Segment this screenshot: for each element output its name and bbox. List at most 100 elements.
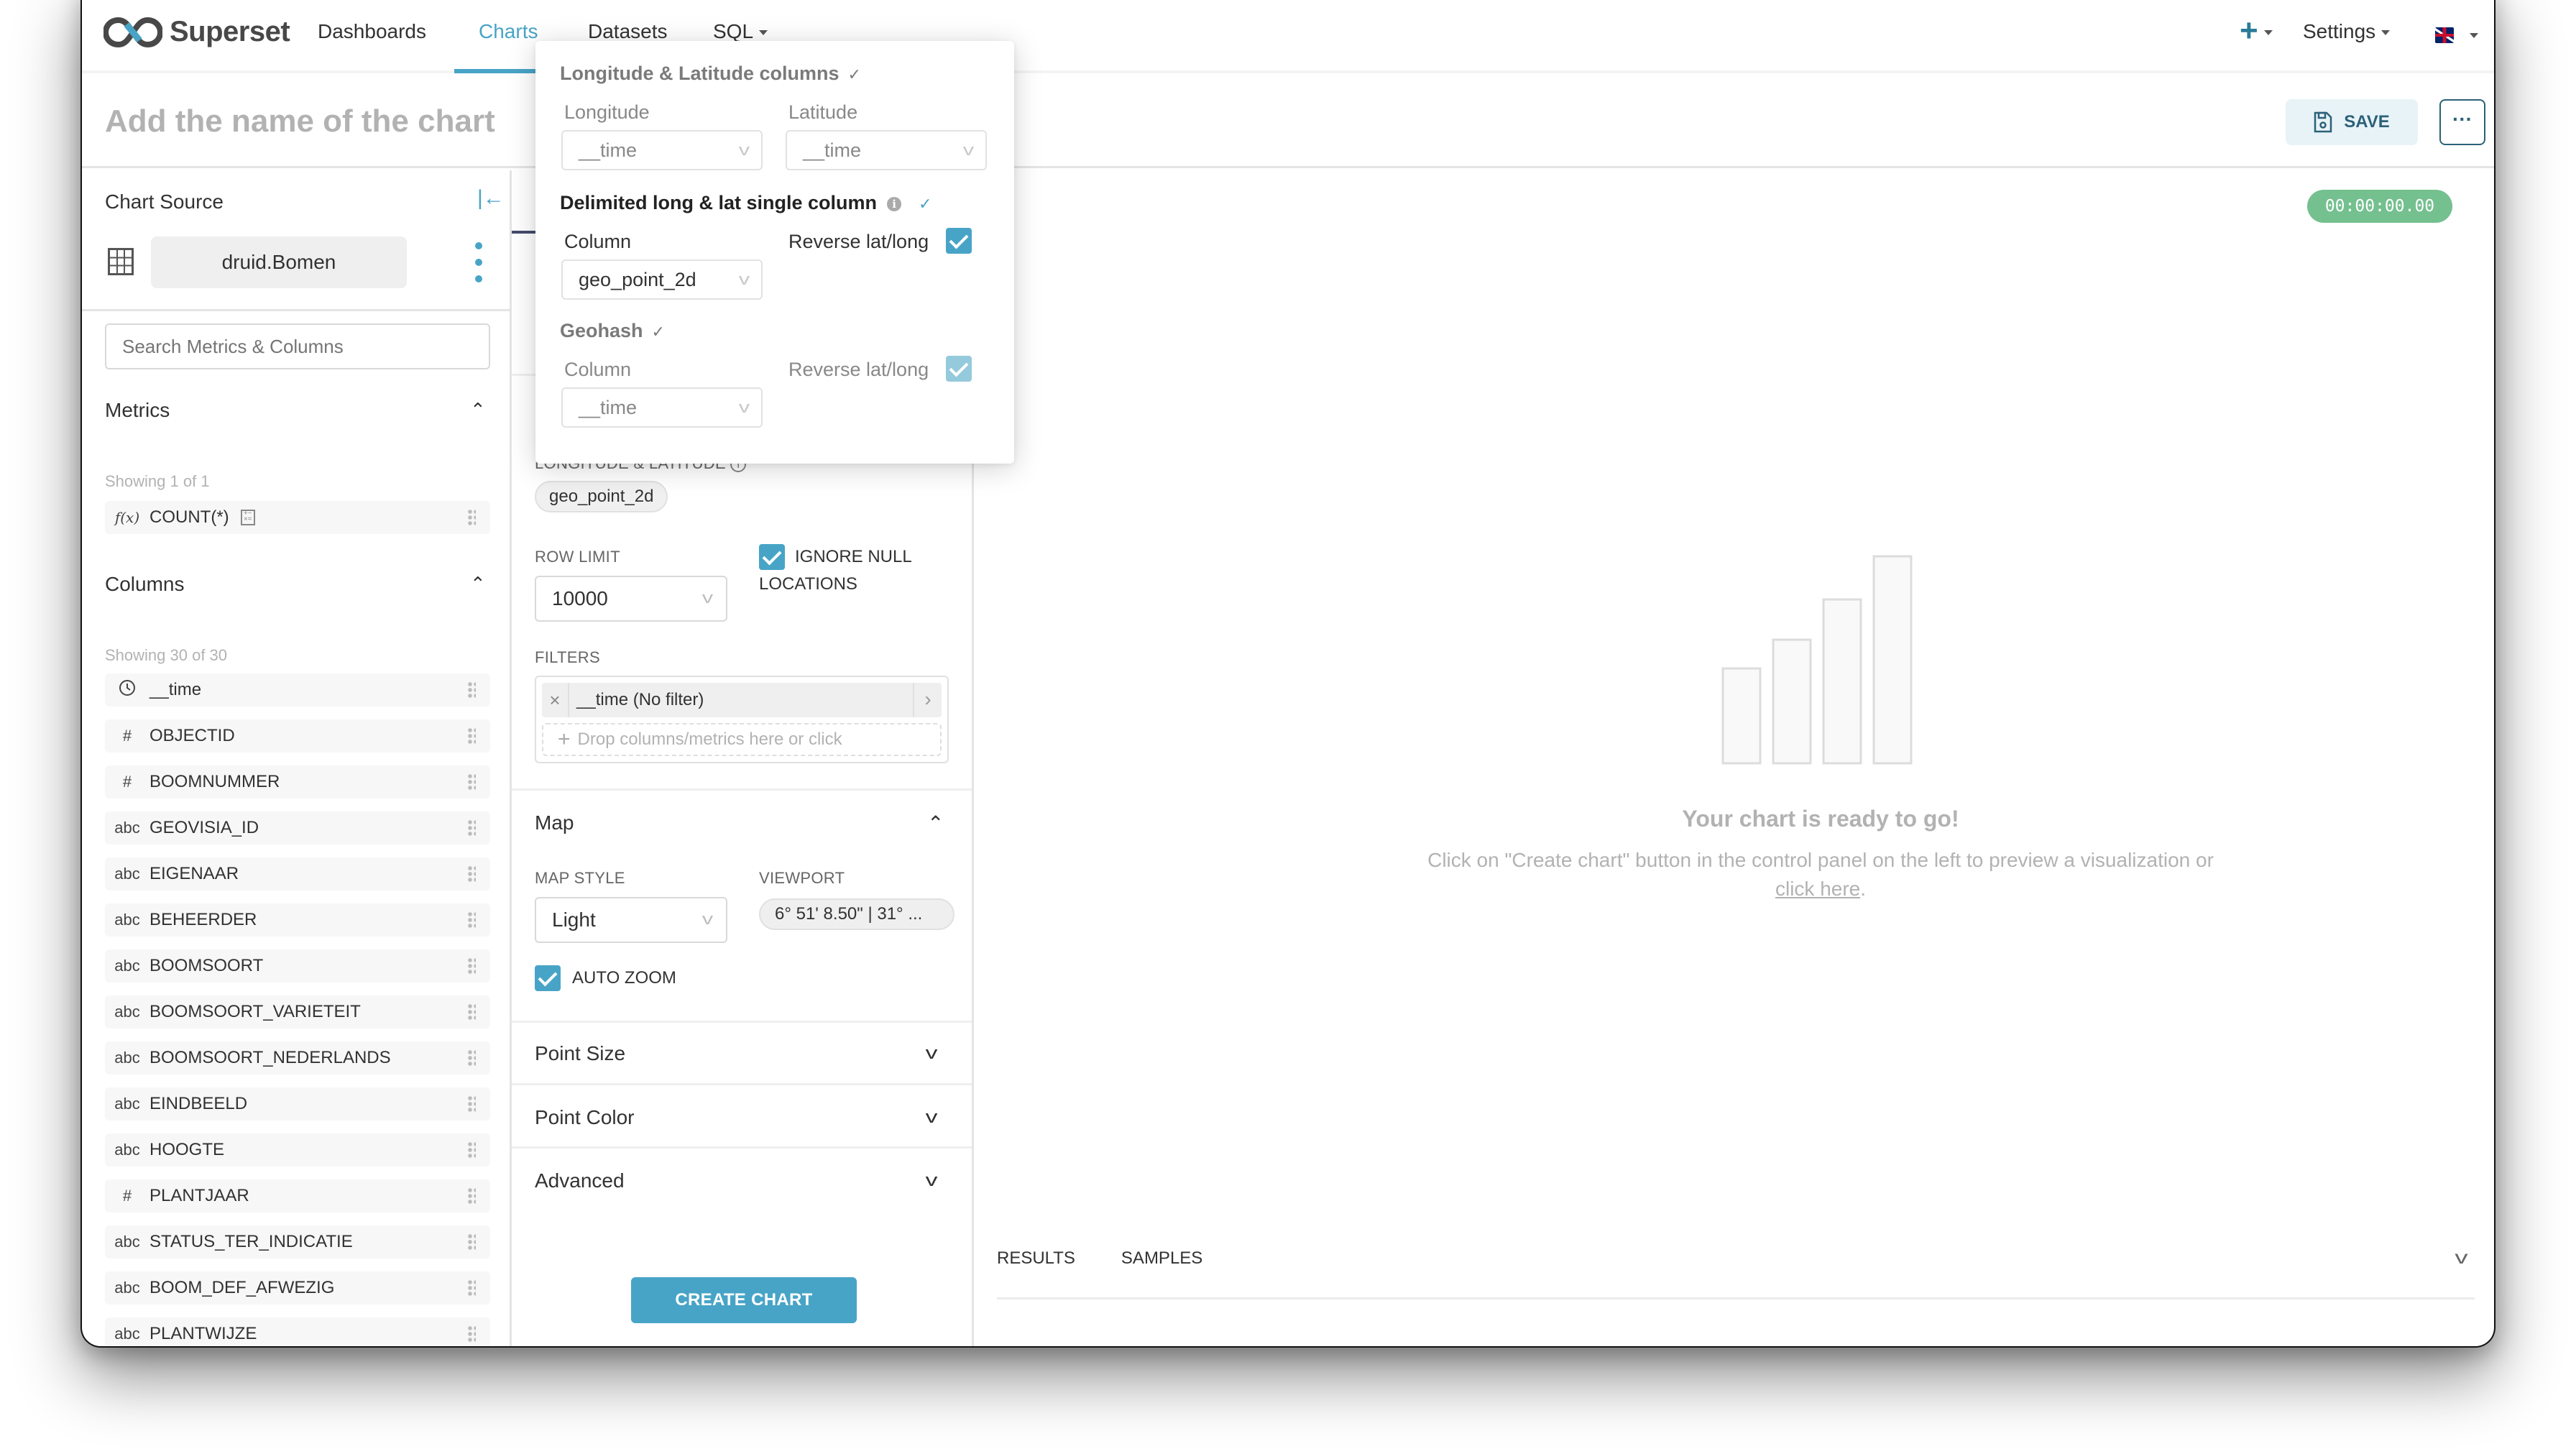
save-button[interactable]: SAVE — [2286, 99, 2418, 145]
collapse-sidebar-icon[interactable]: |← — [477, 186, 505, 211]
drag-handle-icon[interactable] — [467, 1095, 476, 1113]
auto-zoom-checkbox[interactable] — [535, 965, 561, 991]
column-name: BOOMSOORT_NEDERLANDS — [150, 1048, 391, 1067]
column-item[interactable]: abc BOOM_DEF_AFWEZIG — [105, 1271, 490, 1305]
column-item[interactable]: abc STATUS_TER_INDICATIE — [105, 1225, 490, 1259]
drag-handle-icon[interactable] — [467, 819, 476, 837]
save-label: SAVE — [2344, 112, 2390, 132]
chevron-down-icon: v — [738, 398, 750, 416]
query-timer: 00:00:00.00 — [2307, 190, 2452, 223]
point-color-section[interactable]: Point Color — [535, 1106, 635, 1129]
column-item[interactable]: abc BOOMSOORT_VARIETEIT — [105, 995, 490, 1029]
column-item[interactable]: # OBJECTID — [105, 719, 490, 753]
column-item[interactable]: abc BOOMSOORT_NEDERLANDS — [105, 1041, 490, 1075]
delimited-column-label: Column — [564, 231, 632, 252]
drag-handle-icon[interactable] — [467, 509, 476, 526]
save-icon — [2314, 111, 2332, 133]
geohash-reverse-checkbox[interactable] — [946, 356, 972, 382]
longitude-select[interactable]: __time v — [561, 130, 763, 170]
click-here-link[interactable]: click here — [1775, 878, 1860, 900]
chevron-up-icon[interactable]: ⌃ — [470, 399, 486, 421]
drag-handle-icon[interactable] — [467, 1049, 476, 1067]
filters-box: × __time (No filter) › + Drop columns/me… — [535, 676, 949, 763]
drag-handle-icon[interactable] — [467, 727, 476, 745]
column-item[interactable]: abc EIGENAAR — [105, 857, 490, 891]
lonlat-columns-option[interactable]: Longitude & Latitude columns ✓ — [560, 63, 861, 85]
drag-handle-icon[interactable] — [467, 773, 476, 791]
geohash-column-label: Column — [564, 359, 632, 380]
filter-item[interactable]: × __time (No filter) › — [542, 683, 942, 717]
drag-handle-icon[interactable] — [467, 1003, 476, 1021]
drag-handle-icon[interactable] — [467, 1279, 476, 1297]
map-style-select[interactable]: Light v — [535, 897, 727, 943]
uk-flag-icon[interactable] — [2435, 27, 2454, 43]
chevron-up-icon[interactable]: ⌃ — [927, 811, 944, 835]
nav-dashboards[interactable]: Dashboards — [318, 20, 426, 43]
add-new-menu[interactable]: + — [2240, 13, 2273, 49]
column-item[interactable]: __time — [105, 673, 490, 707]
remove-filter-icon[interactable]: × — [542, 683, 569, 717]
column-item[interactable]: abc BOOMSOORT — [105, 949, 490, 983]
ignore-null-checkbox[interactable] — [759, 544, 785, 570]
viewport-label: VIEWPORT — [759, 869, 845, 887]
point-size-section[interactable]: Point Size — [535, 1042, 625, 1065]
drag-handle-icon[interactable] — [467, 681, 476, 699]
nav-sql[interactable]: SQL — [713, 20, 768, 43]
columns-section-title[interactable]: Columns — [105, 573, 184, 596]
tab-results[interactable]: RESULTS — [997, 1248, 1075, 1269]
dataset-menu-icon[interactable] — [474, 242, 483, 282]
delimited-reverse-checkbox[interactable] — [946, 228, 972, 254]
column-item[interactable]: abc EINDBEELD — [105, 1087, 490, 1121]
column-name: OBJECTID — [150, 726, 235, 745]
column-item[interactable]: abc GEOVISIA_ID — [105, 811, 490, 845]
geohash-column-select[interactable]: __time v — [561, 387, 763, 428]
chevron-right-icon[interactable]: › — [913, 683, 942, 717]
tab-samples[interactable]: SAMPLES — [1121, 1248, 1202, 1269]
nav-charts[interactable]: Charts — [479, 20, 538, 43]
search-metrics-columns-input[interactable] — [105, 323, 490, 369]
map-section-title[interactable]: Map — [535, 811, 574, 834]
delimited-column-option[interactable]: Delimited long & lat single column i ✓ — [560, 192, 932, 214]
metrics-section-title[interactable]: Metrics — [105, 399, 170, 422]
settings-menu[interactable]: Settings — [2303, 20, 2391, 43]
metric-item[interactable]: f(x) COUNT(*) +− ×= — [105, 501, 490, 534]
illustration-bar — [1872, 555, 1913, 765]
drag-handle-icon[interactable] — [467, 1187, 476, 1205]
info-icon[interactable]: i — [887, 196, 902, 211]
delimited-column-select[interactable]: geo_point_2d v — [561, 259, 763, 300]
more-options-button[interactable]: ··· — [2439, 99, 2485, 145]
language-caret-icon[interactable] — [2470, 33, 2478, 38]
divider — [512, 1146, 972, 1149]
chart-title-input[interactable]: Add the name of the chart — [105, 103, 495, 139]
advanced-section[interactable]: Advanced — [535, 1169, 625, 1192]
column-item[interactable]: abc HOOGTE — [105, 1133, 490, 1167]
add-filter-dropzone[interactable]: + Drop columns/metrics here or click — [542, 723, 942, 756]
drag-handle-icon[interactable] — [467, 1325, 476, 1343]
chevron-down-icon[interactable]: v — [926, 1171, 938, 1191]
column-item[interactable]: abc BEHEERDER — [105, 903, 490, 937]
drag-handle-icon[interactable] — [467, 957, 476, 975]
column-name: PLANTWIJZE — [150, 1324, 257, 1343]
geohash-option[interactable]: Geohash ✓ — [560, 320, 665, 342]
dataset-name[interactable]: druid.Bomen — [151, 236, 407, 288]
nav-datasets[interactable]: Datasets — [588, 20, 668, 43]
drag-handle-icon[interactable] — [467, 1141, 476, 1159]
column-item[interactable]: abc PLANTWIJZE — [105, 1317, 490, 1346]
column-item[interactable]: # BOOMNUMMER — [105, 765, 490, 799]
latitude-select[interactable]: __time v — [786, 130, 987, 170]
chevron-up-icon[interactable]: ⌃ — [470, 573, 486, 595]
chevron-down-icon[interactable]: v — [926, 1108, 938, 1128]
drag-handle-icon[interactable] — [467, 1233, 476, 1251]
column-item[interactable]: # PLANTJAAR — [105, 1179, 490, 1213]
auto-zoom-label: AUTO ZOOM — [572, 968, 676, 988]
chevron-down-icon[interactable]: v — [926, 1044, 938, 1064]
superset-logo[interactable]: Superset — [104, 16, 290, 48]
create-chart-button[interactable]: CREATE CHART — [631, 1277, 857, 1323]
viewport-value[interactable]: 6° 51' 8.50" | 31° ... — [759, 898, 954, 930]
collapse-data-panel-icon[interactable]: v — [2455, 1246, 2467, 1269]
table-icon — [108, 248, 134, 275]
lonlat-value-chip[interactable]: geo_point_2d — [535, 481, 668, 512]
drag-handle-icon[interactable] — [467, 911, 476, 929]
row-limit-select[interactable]: 10000 v — [535, 576, 727, 622]
drag-handle-icon[interactable] — [467, 865, 476, 883]
